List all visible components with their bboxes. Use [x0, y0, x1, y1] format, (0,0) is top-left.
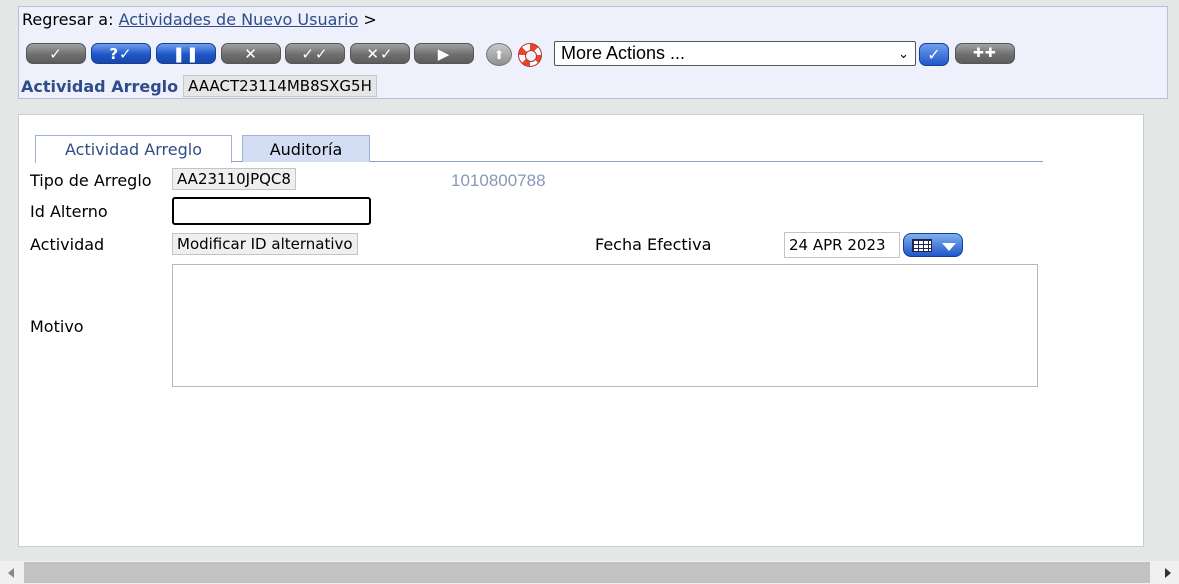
cross-icon: ✕ [244, 44, 258, 63]
tipo-arreglo-label: Tipo de Arreglo [30, 171, 152, 190]
scroll-left-icon[interactable] [8, 568, 14, 578]
dropdown-arrow-icon [942, 243, 956, 251]
record-id: AAACT23114MB8SXG5H [183, 75, 377, 97]
double-check-button[interactable]: ✓✓ [285, 43, 345, 64]
check-button[interactable]: ✓ [26, 43, 86, 64]
id-alterno-label: Id Alterno [30, 202, 108, 221]
tipo-arreglo-number: 1010800788 [451, 171, 546, 190]
check-icon: ✓ [927, 45, 941, 64]
tab-actividad-arreglo[interactable]: Actividad Arreglo [35, 135, 232, 163]
fecha-efectiva-input[interactable]: 24 APR 2023 [784, 232, 900, 258]
up-arrow-icon: ⬆ [493, 47, 505, 62]
record-label: Actividad Arreglo [21, 76, 179, 96]
chevron-down-icon: ⌄ [898, 45, 909, 61]
breadcrumb-prefix: Regresar a: [22, 10, 114, 29]
header-panel: Regresar a: Actividades de Nuevo Usuario… [18, 6, 1168, 99]
breadcrumb-separator: > [363, 10, 377, 29]
pause-icon: ❚❚ [172, 44, 200, 63]
calendar-icon [912, 239, 932, 252]
more-actions-value: More Actions ... [561, 43, 686, 63]
calendar-button[interactable] [903, 233, 963, 257]
check-icon: ✓ [49, 44, 63, 63]
tab-bar: Actividad Arreglo Auditoría [35, 135, 1043, 163]
plus-plus-icon: ✚✚ [973, 46, 997, 61]
question-check-button[interactable]: ?✓ [91, 43, 151, 64]
scroll-right-icon[interactable] [1165, 568, 1171, 578]
main-content: Actividad Arreglo Auditoría Tipo de Arre… [18, 114, 1144, 547]
help-lifebuoy-icon[interactable] [518, 43, 542, 67]
double-check-icon: ✓✓ [301, 44, 329, 63]
pause-button[interactable]: ❚❚ [156, 43, 216, 64]
id-alterno-input[interactable] [172, 197, 371, 225]
tab-auditoria[interactable]: Auditoría [242, 135, 370, 162]
cross-check-button[interactable]: ✕✓ [350, 43, 410, 64]
play-icon: ▶ [437, 44, 451, 63]
record-header: Actividad Arreglo AAACT23114MB8SXG5H [21, 75, 377, 97]
fecha-efectiva-label: Fecha Efectiva [595, 235, 712, 254]
horizontal-scrollbar[interactable] [0, 561, 1179, 584]
more-actions-select[interactable]: More Actions ... ⌄ [554, 41, 916, 66]
motivo-textarea[interactable] [172, 264, 1038, 387]
breadcrumb: Regresar a: Actividades de Nuevo Usuario… [22, 10, 377, 29]
run-action-button[interactable]: ✓ [919, 43, 949, 66]
cross-check-icon: ✕✓ [366, 44, 394, 63]
tipo-arreglo-value: AA23110JPQC8 [172, 168, 296, 190]
add-button[interactable]: ✚✚ [955, 43, 1015, 64]
cancel-button[interactable]: ✕ [221, 43, 281, 64]
breadcrumb-link[interactable]: Actividades de Nuevo Usuario [119, 10, 359, 29]
motivo-label: Motivo [30, 317, 84, 336]
actividad-label: Actividad [30, 235, 105, 254]
play-button[interactable]: ▶ [414, 43, 474, 64]
upload-button[interactable]: ⬆ [486, 43, 512, 66]
actividad-value: Modificar ID alternativo [172, 233, 358, 255]
scrollbar-thumb[interactable] [24, 562, 1150, 583]
question-check-icon: ?✓ [109, 44, 133, 63]
